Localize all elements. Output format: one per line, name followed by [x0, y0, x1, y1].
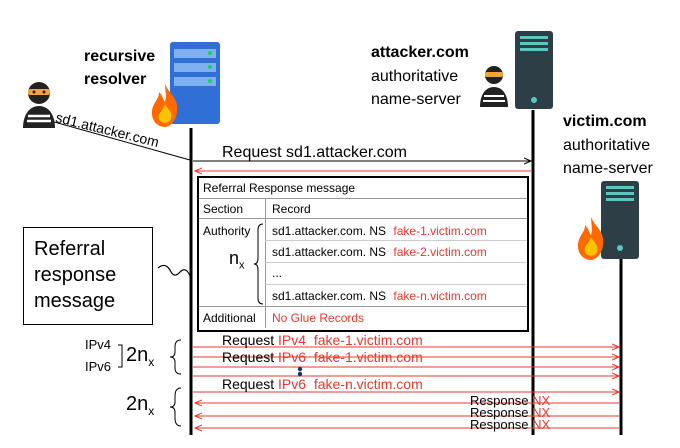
ipv6-label: IPv6 — [85, 359, 112, 374]
additional-value: No Glue Records — [272, 311, 365, 325]
resolver-label-line2: resolver — [84, 71, 147, 88]
count-label: nx — [229, 248, 245, 272]
callout-connector — [157, 264, 191, 277]
attacker-ns-name: attacker.com — [371, 44, 469, 61]
victim-ns-line2: authoritative — [563, 137, 651, 154]
attacker-ns-line3: name-server — [371, 91, 461, 108]
col-header-record: Record — [272, 202, 311, 216]
brace — [253, 223, 264, 305]
hacker-icon — [23, 82, 55, 128]
referral-table: Referral Response message Section Record… — [197, 176, 529, 332]
resolver-label-line1: recursive — [84, 48, 156, 65]
brace — [169, 387, 182, 427]
ipv4-label: IPv4 — [85, 337, 112, 352]
authority-label: Authority — [203, 224, 251, 238]
attacker-ns-line2: authoritative — [371, 68, 459, 85]
callout-line3: message — [34, 290, 116, 312]
table-row: sd1.attacker.com. NS fake-n.victim.com — [272, 289, 487, 303]
ip-bracket — [118, 344, 123, 368]
response-label: Response NX — [470, 417, 551, 432]
victim-ns-line3: name-server — [563, 160, 653, 177]
request-label: Request IPv4 fake-1.victim.com — [222, 332, 423, 348]
callout-line2: response — [34, 264, 117, 286]
hacker-icon — [480, 66, 508, 107]
request-label: Request sd1.attacker.com — [222, 144, 407, 161]
callout-box: Referral response message — [23, 227, 153, 325]
brace — [169, 339, 182, 375]
request-label: Request IPv6 fake-1.victim.com — [222, 349, 423, 365]
col-header-section: Section — [203, 202, 244, 216]
group-count-label: 2nx — [126, 393, 155, 418]
group-count-label: 2nx — [126, 344, 155, 369]
ellipsis-dot — [297, 366, 303, 372]
table-title: Referral Response message — [203, 181, 356, 195]
additional-label: Additional — [203, 311, 256, 325]
server-icon — [515, 31, 553, 109]
table-row-ellipsis: ... — [272, 266, 283, 280]
table-row: sd1.attacker.com. NS fake-1.victim.com — [272, 224, 487, 238]
fire-icon — [151, 84, 178, 127]
callout-line1: Referral — [34, 238, 106, 260]
victim-ns-name: victim.com — [563, 113, 647, 130]
request-label: Request IPv6 fake-n.victim.com — [222, 376, 423, 392]
fire-icon — [577, 217, 604, 260]
table-row: sd1.attacker.com. NS fake-2.victim.com — [272, 245, 487, 259]
